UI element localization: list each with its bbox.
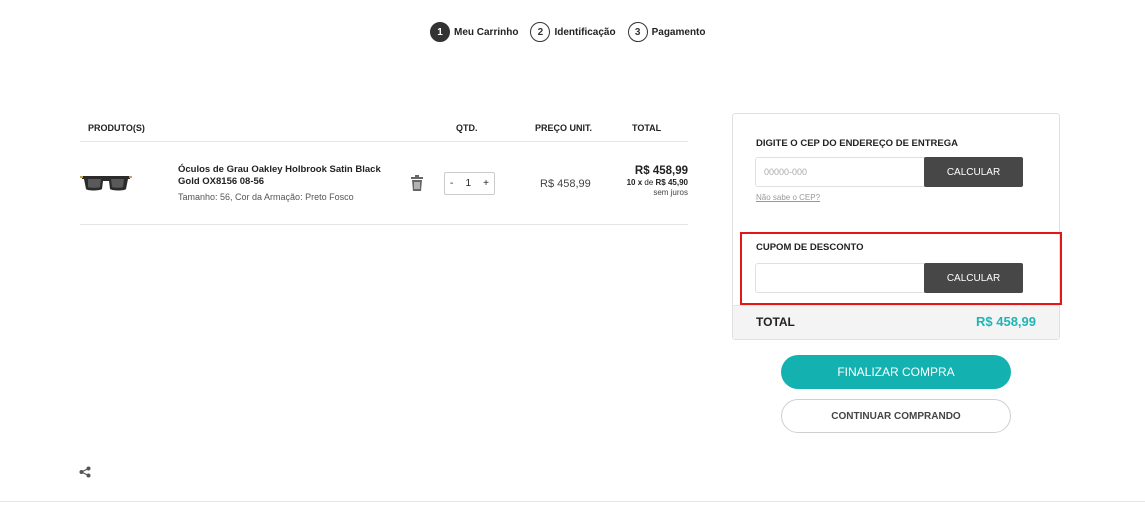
step-cart[interactable]: 1 Meu Carrinho <box>430 22 518 42</box>
header-product: PRODUTO(S) <box>88 123 145 133</box>
cep-help-link[interactable]: Não sabe o CEP? <box>756 193 820 202</box>
checkout-button[interactable]: FINALIZAR COMPRA <box>781 355 1011 389</box>
checkout-steps: 1 Meu Carrinho 2 Identificação 3 Pagamen… <box>430 21 718 43</box>
header-total: TOTAL <box>632 123 662 133</box>
row-total: R$ 458,99 10 x de R$ 45,90 sem juros <box>627 165 688 197</box>
footer-divider <box>0 501 1145 502</box>
step-payment[interactable]: 3 Pagamento <box>627 22 706 42</box>
step-label: Pagamento <box>651 26 706 38</box>
step-number: 2 <box>530 22 551 42</box>
step-label: Meu Carrinho <box>454 26 519 38</box>
unit-price: R$ 458,99 <box>540 178 591 190</box>
cart-table: PRODUTO(S) QTD. PREÇO UNIT. TOTAL Óculos… <box>80 115 688 225</box>
continue-shopping-button[interactable]: CONTINUAR COMPRANDO <box>781 399 1011 433</box>
installments-count: 10 x <box>626 178 643 187</box>
trash-icon[interactable] <box>410 175 424 191</box>
step-number: 3 <box>627 22 648 42</box>
coupon-highlight-box <box>740 232 1062 305</box>
qty-increase-button[interactable]: + <box>483 178 489 189</box>
product-name[interactable]: Óculos de Grau Oakley Holbrook Satin Bla… <box>178 164 398 188</box>
order-summary-panel: DIGITE O CEP DO ENDEREÇO DE ENTREGA 0000… <box>732 113 1060 340</box>
share-icon[interactable] <box>79 466 91 478</box>
table-header: PRODUTO(S) QTD. PREÇO UNIT. TOTAL <box>80 115 688 142</box>
row-total-value: R$ 458,99 <box>634 165 688 177</box>
installment-value: R$ 45,90 <box>655 178 688 187</box>
step-identification[interactable]: 2 Identificação <box>530 22 616 42</box>
step-label: Identificação <box>554 26 616 38</box>
cep-input[interactable]: 00000-000 <box>755 157 925 187</box>
total-label: TOTAL <box>756 315 795 329</box>
shipping-title: DIGITE O CEP DO ENDEREÇO DE ENTREGA <box>756 138 958 149</box>
header-unit-price: PREÇO UNIT. <box>535 123 593 133</box>
header-qty: QTD. <box>456 123 478 133</box>
total-value: R$ 458,99 <box>976 314 1036 329</box>
installments-of: de <box>644 178 654 187</box>
table-row: Óculos de Grau Oakley Holbrook Satin Bla… <box>80 142 688 225</box>
installments: 10 x de R$ 45,90 <box>627 178 688 187</box>
product-attributes: Tamanho: 56, Cor da Armação: Preto Fosco <box>178 192 354 202</box>
qty-decrease-button[interactable]: - <box>450 178 453 189</box>
quantity-stepper[interactable]: - 1 + <box>444 172 495 195</box>
installments-note: sem juros <box>653 188 688 197</box>
qty-value: 1 <box>465 178 472 189</box>
calculate-shipping-button[interactable]: CALCULAR <box>924 157 1023 187</box>
eyeglasses-thumbnail[interactable] <box>80 172 132 194</box>
total-bar: TOTAL R$ 458,99 <box>733 305 1059 339</box>
step-number: 1 <box>430 22 450 42</box>
